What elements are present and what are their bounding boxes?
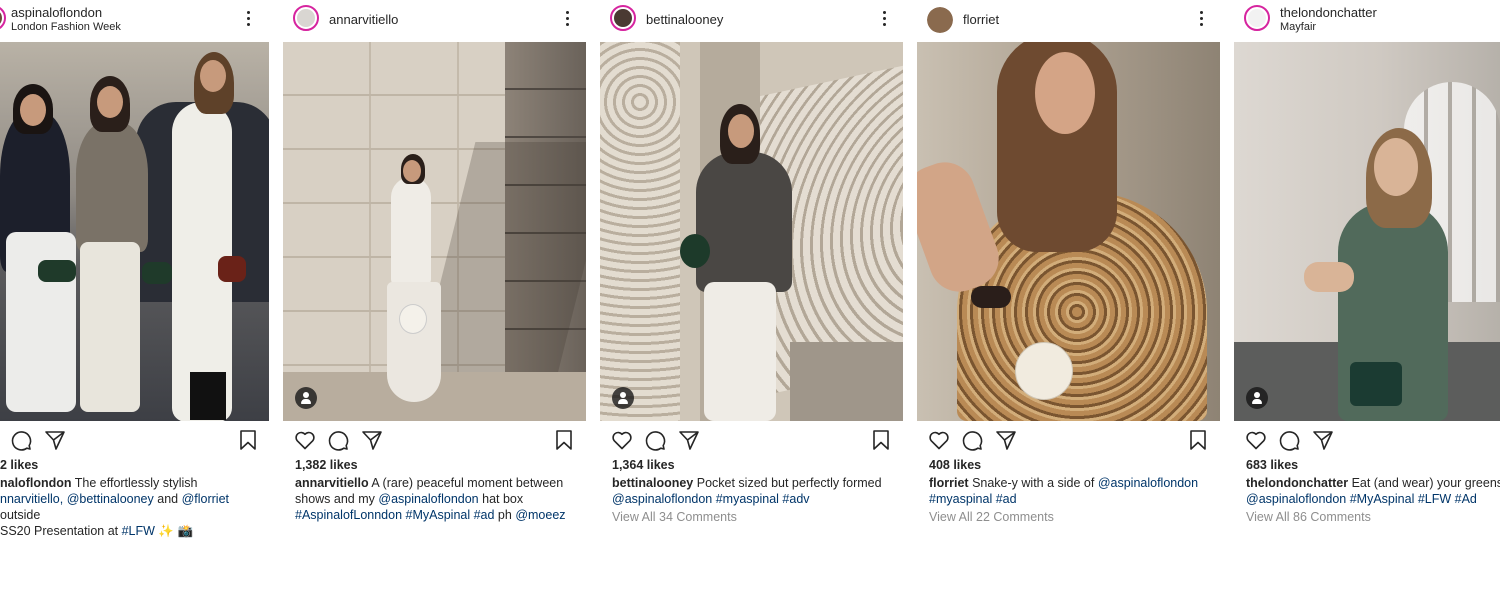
avatar[interactable] [0, 5, 6, 31]
caption-mention[interactable]: @moeez [515, 508, 565, 522]
heart-icon[interactable] [927, 428, 951, 452]
post-caption: bettinalooney Pocket sized but perfectly… [612, 475, 897, 507]
bookmark-icon[interactable] [552, 428, 576, 452]
caption-hashtag[interactable]: @aspinaloflondon #myaspinal #adv [612, 492, 810, 506]
caption-text: ph [494, 508, 516, 522]
caption-hashtag[interactable]: #AspinalofLonndon #MyAspinal #ad [295, 508, 494, 522]
post-caption: florriet Snake-y with a side of @aspinal… [929, 475, 1214, 507]
caption-text: ✨ 📸 [154, 524, 194, 538]
post-caption: thelondonchatter Eat (and wear) your gre… [1246, 475, 1500, 507]
comment-icon[interactable] [1277, 428, 1301, 452]
comment-icon[interactable] [326, 428, 350, 452]
likes-count[interactable]: 683 likes [1246, 458, 1298, 472]
avatar[interactable] [1244, 5, 1270, 31]
share-icon[interactable] [1311, 428, 1335, 452]
post-actions [600, 426, 903, 454]
post-location[interactable]: Mayfair [1280, 21, 1316, 33]
bookmark-icon[interactable] [236, 428, 260, 452]
more-options-icon[interactable] [1200, 11, 1204, 29]
likes-count[interactable]: 408 likes [929, 458, 981, 472]
post-username[interactable]: aspinaloflondon [11, 5, 102, 20]
feed-post: annarvitiello 1,382 likes annarvitiello … [283, 0, 586, 560]
post-photo[interactable] [283, 42, 586, 421]
heart-icon[interactable] [293, 428, 317, 452]
likes-count[interactable]: 1,382 likes [295, 458, 358, 472]
user-tag-icon[interactable] [295, 387, 317, 409]
likes-count[interactable]: 2 likes [0, 458, 38, 472]
view-comments-link[interactable]: View All 86 Comments [1246, 510, 1371, 524]
post-photo[interactable] [600, 42, 903, 421]
view-comments-link[interactable]: View All 22 Comments [929, 510, 1054, 524]
post-username[interactable]: annarvitiello [329, 12, 398, 27]
caption-mention[interactable]: @florriet [182, 492, 229, 506]
avatar[interactable] [927, 7, 953, 33]
user-tag-icon[interactable] [612, 387, 634, 409]
share-icon[interactable] [994, 428, 1018, 452]
feed-post: thelondonchatter Mayfair 683 likes thelo… [1234, 0, 1500, 560]
post-actions [0, 426, 269, 454]
post-header: aspinaloflondon London Fashion Week [0, 0, 269, 40]
post-photo[interactable] [1234, 42, 1500, 421]
caption-text: The effortlessly stylish [71, 476, 198, 490]
feed-post: aspinaloflondon London Fashion Week 2 li… [0, 0, 269, 560]
post-location[interactable]: London Fashion Week [11, 21, 121, 33]
post-caption: naloflondon The effortlessly stylish nna… [0, 475, 260, 539]
post-caption: annarvitiello A (rare) peaceful moment b… [295, 475, 580, 523]
caption-text: hat box [478, 492, 524, 506]
post-header: florriet [917, 0, 1220, 40]
post-actions [283, 426, 586, 454]
post-photo[interactable] [0, 42, 269, 421]
heart-icon[interactable] [610, 428, 634, 452]
post-username[interactable]: bettinalooney [646, 12, 723, 27]
post-header: thelondonchatter Mayfair [1234, 0, 1500, 40]
avatar[interactable] [293, 5, 319, 31]
bookmark-icon[interactable] [869, 428, 893, 452]
share-icon[interactable] [43, 428, 67, 452]
avatar[interactable] [610, 5, 636, 31]
caption-text: and [153, 492, 182, 506]
caption-text: Pocket sized but perfectly formed [693, 476, 882, 490]
caption-text: Eat (and wear) your greens, kids [1351, 476, 1500, 490]
comment-icon[interactable] [9, 428, 33, 452]
bookmark-icon[interactable] [1186, 428, 1210, 452]
caption-username[interactable]: florriet [929, 476, 969, 490]
comment-icon[interactable] [960, 428, 984, 452]
user-tag-icon[interactable] [1246, 387, 1268, 409]
feed-post: bettinalooney 1,364 likes bettinalooney … [600, 0, 903, 560]
more-options-icon[interactable] [566, 11, 570, 29]
share-icon[interactable] [677, 428, 701, 452]
post-username[interactable]: florriet [963, 12, 999, 27]
post-actions [917, 426, 1220, 454]
more-options-icon[interactable] [883, 11, 887, 29]
caption-text: Snake-y with a side of [968, 476, 1098, 490]
caption-username[interactable]: annarvitiello [295, 476, 369, 490]
caption-hashtag[interactable]: #LFW [122, 524, 155, 538]
caption-username[interactable]: thelondonchatter [1246, 476, 1348, 490]
post-header: annarvitiello [283, 0, 586, 40]
likes-count[interactable]: 1,364 likes [612, 458, 675, 472]
share-icon[interactable] [360, 428, 384, 452]
post-username[interactable]: thelondonchatter [1280, 5, 1377, 20]
caption-mention[interactable]: @aspinaloflondon [378, 492, 478, 506]
comment-icon[interactable] [643, 428, 667, 452]
caption-username[interactable]: bettinalooney [612, 476, 693, 490]
heart-icon[interactable] [1244, 428, 1268, 452]
caption-mention[interactable]: nnarvitiello, @bettinalooney [0, 492, 154, 506]
feed-post: florriet 408 likes florriet Snake-y with… [917, 0, 1220, 560]
post-photo[interactable] [917, 42, 1220, 421]
caption-mention[interactable]: @aspinaloflondon #MyAspinal #LFW #Ad [1246, 492, 1477, 506]
caption-text: SS20 Presentation at [0, 524, 122, 538]
caption-text: outside [0, 508, 41, 522]
post-header: bettinalooney [600, 0, 903, 40]
post-actions [1234, 426, 1500, 454]
more-options-icon[interactable] [247, 11, 251, 29]
caption-username[interactable]: naloflondon [0, 476, 72, 490]
view-comments-link[interactable]: View All 34 Comments [612, 510, 737, 524]
